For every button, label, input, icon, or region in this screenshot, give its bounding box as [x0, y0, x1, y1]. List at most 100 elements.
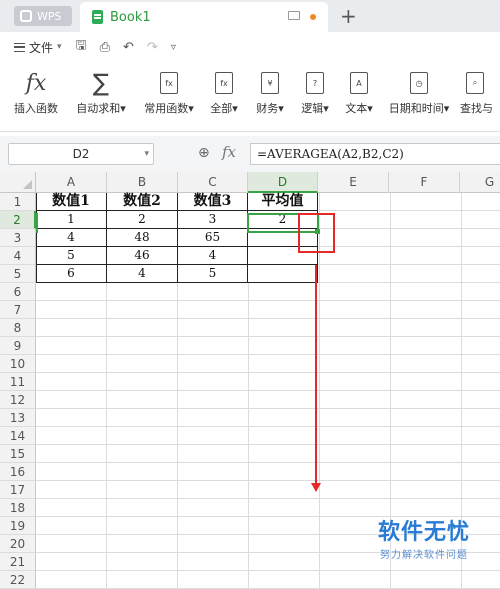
data-cell[interactable]: 6: [36, 265, 107, 283]
file-menu-label: 文件: [29, 40, 54, 55]
row-header[interactable]: 11: [0, 373, 36, 391]
lookup-button[interactable]: ⌕ 查找与: [460, 68, 500, 116]
watermark-subtitle: 努力解决软件问题: [380, 550, 468, 561]
column-header-d[interactable]: D: [248, 172, 318, 193]
data-cell[interactable]: 5: [36, 247, 107, 265]
fx-icon[interactable]: fx: [222, 143, 236, 161]
fill-handle-highlight: [298, 213, 335, 253]
row-header[interactable]: 2: [0, 211, 36, 229]
question-icon: ?: [306, 72, 324, 94]
row-selection-marker: [34, 213, 38, 233]
sigma-icon: ∑: [92, 69, 110, 97]
arrow-down-icon: [311, 483, 321, 492]
new-tab-button[interactable]: +: [340, 4, 357, 28]
data-cell[interactable]: 2: [107, 211, 178, 229]
column-header-b[interactable]: B: [107, 172, 178, 193]
common-functions-button[interactable]: fx 常用函数▾: [138, 68, 200, 116]
column-header-a[interactable]: A: [36, 172, 107, 193]
row-header[interactable]: 16: [0, 463, 36, 481]
row-header[interactable]: 18: [0, 499, 36, 517]
unsaved-dot-icon: [310, 14, 316, 20]
row-header[interactable]: 9: [0, 337, 36, 355]
redo-icon[interactable]: ↷: [147, 40, 158, 55]
title-bar: WPS Book1 +: [0, 0, 500, 32]
column-header-f[interactable]: F: [389, 172, 460, 193]
data-cell[interactable]: 5: [178, 265, 248, 283]
row-header[interactable]: 21: [0, 553, 36, 571]
yen-icon: ¥: [261, 72, 279, 94]
clock-icon: ◷: [410, 72, 428, 94]
row-header[interactable]: 19: [0, 517, 36, 535]
all-functions-button[interactable]: fx 全部▾: [204, 68, 244, 116]
wps-home-tab[interactable]: WPS: [14, 6, 72, 26]
lookup-icon: ⌕: [466, 72, 484, 94]
row-header[interactable]: 5: [0, 265, 36, 283]
fx-star-icon: fx: [160, 72, 178, 94]
monitor-icon[interactable]: [288, 11, 300, 20]
document-tab[interactable]: Book1: [80, 2, 328, 32]
row-header[interactable]: 7: [0, 301, 36, 319]
text-a-icon: A: [350, 72, 368, 94]
file-menu-button[interactable]: 文件 ▾: [14, 39, 62, 56]
financial-button[interactable]: ¥ 财务▾: [250, 68, 290, 116]
quick-access-toolbar: 🖫 ⎙ ↶ ↷ ▿: [76, 36, 176, 58]
save-icon[interactable]: 🖫: [76, 36, 87, 58]
data-cell[interactable]: 1: [36, 211, 107, 229]
undo-icon[interactable]: ↶: [123, 40, 134, 55]
fx-list-icon: fx: [215, 72, 233, 94]
spreadsheet-icon: [92, 10, 103, 24]
data-cell[interactable]: [248, 265, 318, 283]
header-cell[interactable]: 平均值: [248, 193, 318, 211]
column-header-e[interactable]: E: [318, 172, 389, 193]
data-cell[interactable]: 65: [178, 229, 248, 247]
data-cell[interactable]: 46: [107, 247, 178, 265]
row-header[interactable]: 6: [0, 283, 36, 301]
name-box[interactable]: D2 ▾: [8, 143, 154, 165]
chevron-down-icon[interactable]: ▾: [144, 144, 149, 164]
date-time-button[interactable]: ◷ 日期和时间▾: [384, 68, 454, 116]
watermark: 软件无忧 努力解决软件问题: [378, 520, 470, 561]
chevron-down-icon: ▾: [57, 42, 62, 52]
document-tab-label: Book1: [110, 9, 151, 25]
row-header[interactable]: 12: [0, 391, 36, 409]
row-header[interactable]: 15: [0, 445, 36, 463]
logical-button[interactable]: ? 逻辑▾: [294, 68, 336, 116]
drag-arrow-line: [315, 265, 317, 490]
row-header[interactable]: 10: [0, 355, 36, 373]
formula-input[interactable]: =AVERAGEA(A2,B2,C2): [250, 143, 500, 165]
row-header[interactable]: 22: [0, 571, 36, 589]
header-cell[interactable]: 数值2: [107, 193, 178, 211]
formula-ribbon: fx 插入函数 ∑ 自动求和▾ fx 常用函数▾ fx 全部▾ ¥ 财务▾ ? …: [0, 62, 500, 132]
data-cell[interactable]: 4: [107, 265, 178, 283]
print-icon[interactable]: ⎙: [100, 40, 110, 55]
zoom-icon[interactable]: ⊕: [198, 145, 210, 161]
column-header-c[interactable]: C: [178, 172, 248, 193]
data-cell[interactable]: 48: [107, 229, 178, 247]
autosum-button[interactable]: ∑ 自动求和▾: [70, 68, 132, 116]
row-header[interactable]: 1: [0, 193, 36, 211]
wps-tab-label: WPS: [37, 9, 62, 23]
row-header[interactable]: 8: [0, 319, 36, 337]
customize-icon[interactable]: ▿: [171, 42, 176, 53]
row-header[interactable]: 3: [0, 229, 36, 247]
row-header[interactable]: 20: [0, 535, 36, 553]
header-cell[interactable]: 数值1: [36, 193, 107, 211]
text-button[interactable]: A 文本▾: [338, 68, 380, 116]
data-cell[interactable]: 4: [178, 247, 248, 265]
data-cell[interactable]: 4: [36, 229, 107, 247]
header-cell[interactable]: 数值3: [178, 193, 248, 211]
row-header[interactable]: 4: [0, 247, 36, 265]
formula-bar: D2 ▾ ⊕ fx =AVERAGEA(A2,B2,C2): [0, 136, 500, 172]
row-header[interactable]: 17: [0, 481, 36, 499]
insert-function-button[interactable]: fx 插入函数: [8, 68, 64, 116]
row-header[interactable]: 14: [0, 427, 36, 445]
watermark-title: 软件无忧: [378, 520, 471, 545]
column-header-g[interactable]: G: [460, 172, 500, 193]
select-all-corner[interactable]: [0, 172, 36, 193]
hamburger-icon: [14, 42, 25, 52]
row-header[interactable]: 13: [0, 409, 36, 427]
fx-icon: fx: [25, 70, 47, 96]
menu-bar: 文件 ▾ 🖫 ⎙ ↶ ↷ ▿: [0, 32, 500, 62]
data-cell[interactable]: 3: [178, 211, 248, 229]
wps-logo-icon: [20, 10, 32, 22]
